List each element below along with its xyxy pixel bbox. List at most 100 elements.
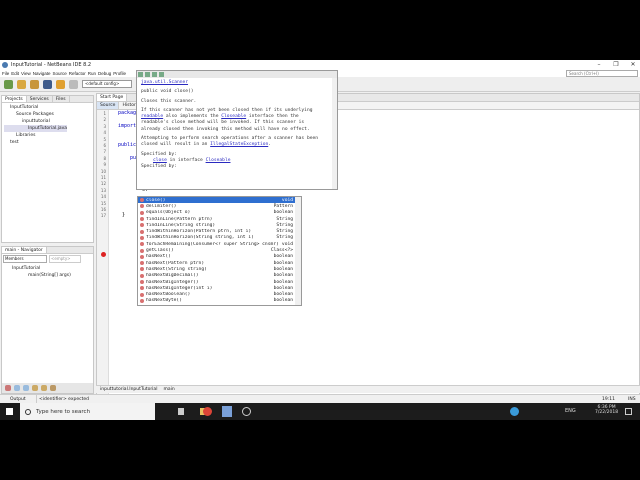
members-select[interactable]: Members <box>3 255 47 263</box>
exception-link[interactable]: IllegalStateException <box>210 142 268 147</box>
completion-name: findWithinHorizon(String string, int i) <box>146 235 254 241</box>
source-icon[interactable] <box>159 72 164 77</box>
doc-scrollbar[interactable] <box>332 78 337 189</box>
tree-file[interactable]: InputTutorial.java <box>4 125 68 132</box>
completion-type: boolean <box>273 279 293 285</box>
method-icon <box>140 273 144 278</box>
tray-app-icon[interactable] <box>510 407 519 416</box>
tree-package[interactable]: inputtutorial <box>4 118 91 125</box>
completion-item[interactable]: hasNextBigInteger() boolean <box>138 279 301 285</box>
completion-item[interactable]: findWithinHorizon(String string, int i) S… <box>138 235 301 241</box>
completion-item[interactable]: equals(Object o) boolean <box>138 210 301 216</box>
completion-item[interactable]: forEachRemaining(Consumer<? super String… <box>138 241 301 247</box>
menu-view[interactable]: View <box>21 71 31 76</box>
nonpublic-icon[interactable] <box>32 385 38 391</box>
open-project-icon[interactable] <box>30 79 39 89</box>
menu-run[interactable]: Run <box>88 71 96 76</box>
menu-debug[interactable]: Debug <box>98 71 111 76</box>
filter-icon[interactable] <box>5 385 11 391</box>
tree-libraries[interactable]: Libraries <box>4 132 91 139</box>
code-line: public <box>118 142 137 148</box>
task-view-icon[interactable] <box>178 408 184 415</box>
tab-projects[interactable]: Projects <box>2 96 27 102</box>
sort-icon[interactable] <box>50 385 56 391</box>
method-icon <box>140 235 144 240</box>
closeable-link[interactable]: Closeable <box>221 114 246 119</box>
menu-edit[interactable]: Edit <box>11 71 19 76</box>
windows-start-icon[interactable] <box>6 408 13 415</box>
chrome-icon[interactable] <box>203 407 212 416</box>
method-icon <box>140 286 144 291</box>
completion-item[interactable]: hasNextBigInteger(int i) boolean <box>138 285 301 291</box>
static-icon[interactable] <box>23 385 29 391</box>
taskbar-search[interactable]: Type here to search <box>20 403 155 420</box>
tab-services[interactable]: Services <box>27 96 53 102</box>
tree-test[interactable]: test <box>4 139 91 146</box>
completion-scrollbar[interactable] <box>295 197 301 305</box>
obs-icon[interactable] <box>242 407 251 416</box>
menu-navigate[interactable]: Navigate <box>33 71 51 76</box>
nav-class[interactable]: InputTutorial <box>4 265 91 272</box>
restore-button[interactable]: ❐ <box>609 61 623 68</box>
netbeans-logo-icon <box>2 61 8 68</box>
completion-name: hasNext(String string) <box>146 266 207 272</box>
tree-project[interactable]: InputTutorial <box>4 104 91 111</box>
completion-item[interactable]: findInLine(Pattern ptrn) String <box>138 216 301 222</box>
error-icon[interactable] <box>101 252 106 257</box>
tab-files[interactable]: Files <box>53 96 70 102</box>
menu-source[interactable]: Source <box>52 71 66 76</box>
language-indicator[interactable]: ENG <box>565 408 576 414</box>
inherited-icon[interactable] <box>41 385 47 391</box>
browser-icon[interactable] <box>152 72 157 77</box>
netbeans-taskbar-icon[interactable] <box>222 406 232 417</box>
completion-name: hasNextBigInteger(int i) <box>146 285 213 291</box>
class-link[interactable]: java.util.Scanner <box>141 80 188 85</box>
completion-item[interactable]: hasNext(Pattern ptrn) boolean <box>138 260 301 266</box>
clock[interactable]: 6:36 PM 7/22/2018 <box>595 405 618 415</box>
config-select[interactable]: <default config> <box>82 80 132 88</box>
close-link[interactable]: close <box>153 158 167 163</box>
back-icon[interactable] <box>138 72 143 77</box>
completion-item[interactable]: close() void <box>138 197 301 204</box>
completion-name: findInLine(String string) <box>146 222 216 228</box>
completion-type: String <box>276 216 293 222</box>
tree-source-packages[interactable]: Source Packages <box>4 111 91 118</box>
completion-item[interactable]: delimiter() Pattern <box>138 203 301 209</box>
completion-name: hasNextByte() <box>146 298 182 304</box>
tab-source[interactable]: Source <box>97 102 120 109</box>
fields-icon[interactable] <box>14 385 20 391</box>
completion-item[interactable]: findInLine(String string) String <box>138 222 301 228</box>
completion-item[interactable]: hasNextByte() boolean <box>138 298 301 304</box>
completion-item[interactable]: hasNextBigDecimal() boolean <box>138 273 301 279</box>
new-file-icon[interactable] <box>4 79 13 89</box>
tab-start-page[interactable]: Start Page <box>97 94 128 101</box>
new-project-icon[interactable] <box>17 79 26 89</box>
save-all-icon[interactable] <box>43 79 52 89</box>
readable-link[interactable]: readable <box>141 114 163 119</box>
search-input[interactable]: Search (Ctrl+I) <box>566 70 638 77</box>
menu-profile[interactable]: Profile <box>113 71 126 76</box>
taskbar: Type here to search ENG 6:36 PM 7/22/2018 <box>0 403 640 420</box>
forward-icon[interactable] <box>145 72 150 77</box>
completion-item[interactable]: hasNext() boolean <box>138 254 301 260</box>
filter-select[interactable]: <empty> <box>49 255 81 263</box>
minimize-button[interactable]: – <box>592 61 606 68</box>
undo-icon[interactable] <box>56 79 65 89</box>
method-icon <box>140 217 144 222</box>
close-button[interactable]: ✕ <box>626 61 640 68</box>
completion-item[interactable]: findWithinHorizon(Pattern ptrn, int i) St… <box>138 228 301 234</box>
completion-item[interactable]: hasNextBoolean() boolean <box>138 291 301 297</box>
closeable-link-2[interactable]: Closeable <box>206 158 231 163</box>
completion-item[interactable]: hasNext(String string) boolean <box>138 266 301 272</box>
breadcrumb-method[interactable]: main <box>163 386 174 393</box>
completion-name: getClass() <box>146 248 174 254</box>
menu-refactor[interactable]: Refactor <box>69 71 86 76</box>
notifications-icon[interactable] <box>625 408 632 415</box>
completion-name: hasNext(Pattern ptrn) <box>146 260 205 266</box>
menu-file[interactable]: File <box>2 71 9 76</box>
completion-item[interactable]: getClass() Class<?> <box>138 247 301 253</box>
nav-method-main[interactable]: main(String[] args) <box>4 272 91 279</box>
redo-icon[interactable] <box>69 79 78 89</box>
method-icon <box>140 280 144 284</box>
breadcrumb-class[interactable]: inputtutorial.InputTutorial <box>100 386 157 393</box>
